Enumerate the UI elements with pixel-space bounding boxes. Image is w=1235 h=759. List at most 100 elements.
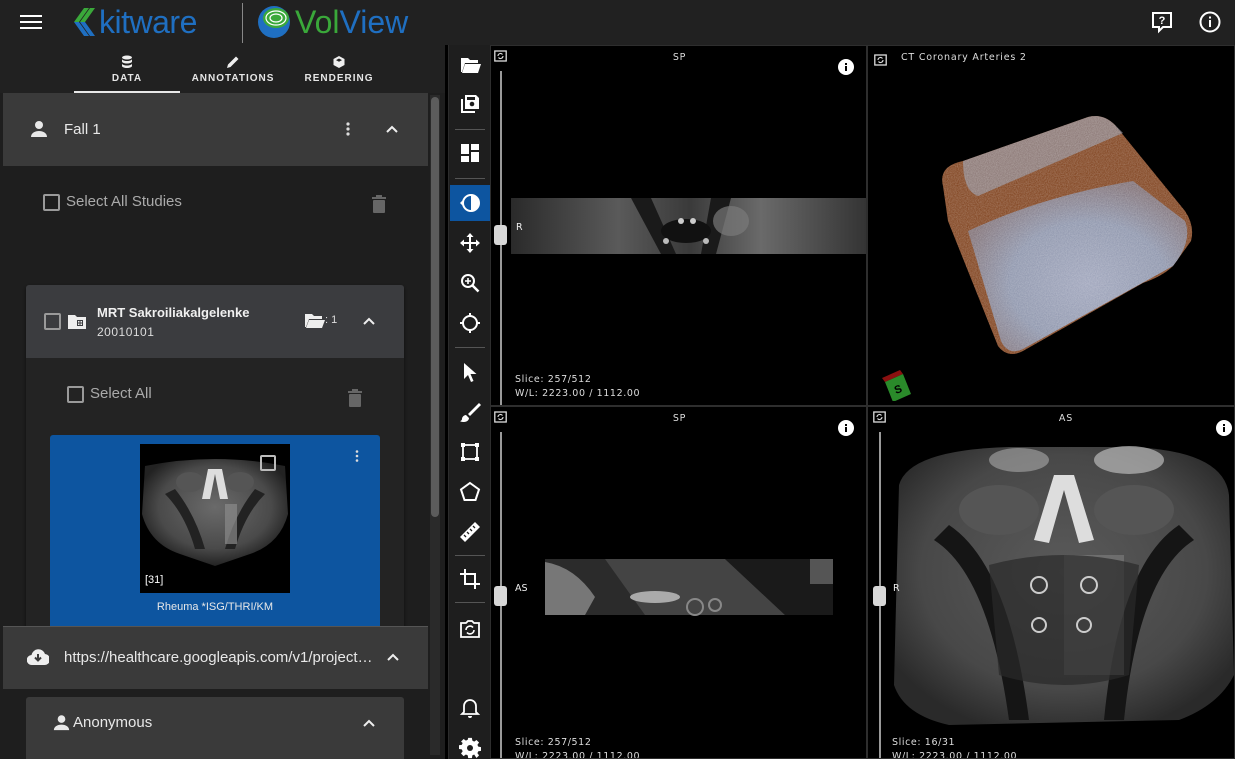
view-top-left[interactable]: SP R Slice: 257/512 W/L: 2223.00 / 1112.…	[490, 45, 867, 406]
orientation-cube: S	[878, 366, 913, 402]
rectangle-icon	[461, 443, 479, 461]
delete-series-icon[interactable]	[347, 389, 363, 407]
view-info-icon[interactable]	[838, 59, 854, 75]
info-circle-icon[interactable]	[1198, 10, 1222, 34]
view-title: CT Coronary Arteries 2	[901, 52, 1027, 63]
folder-open-icon	[461, 58, 481, 73]
remote-person-icon	[53, 715, 70, 731]
view-bottom-left[interactable]: SP AS Slice: 257/512 W/L: 2223.00 / 1112…	[490, 406, 867, 759]
brush-icon	[460, 403, 481, 422]
contrast-icon	[460, 194, 480, 212]
more-vertical-icon[interactable]	[341, 120, 355, 138]
settings-button[interactable]	[450, 730, 490, 759]
study-folder-icon	[68, 315, 86, 329]
select-all-studies-checkbox[interactable]	[43, 194, 60, 211]
slice-slider-handle[interactable]	[494, 225, 507, 245]
tab-annotations-label: ANNOTATIONS	[191, 72, 275, 84]
coronal-slice-image	[511, 196, 866, 256]
panel-scrollbar[interactable]	[430, 95, 440, 755]
view-reset-camera-icon[interactable]	[874, 53, 887, 66]
pencil-icon	[227, 56, 239, 68]
save-icon	[461, 95, 479, 113]
person-icon	[31, 121, 47, 137]
tab-rendering-label: RENDERING	[304, 72, 374, 84]
toolbar-divider	[455, 555, 485, 556]
volview-logo: Vol View	[257, 4, 408, 40]
gear-icon	[459, 737, 481, 759]
sagittal-slice-image	[545, 557, 833, 617]
ruler-icon	[460, 522, 480, 542]
axial-slice-image	[889, 445, 1234, 731]
slice-slider-handle[interactable]	[494, 586, 507, 606]
tab-data[interactable]: DATA	[74, 45, 180, 93]
paint-button[interactable]	[450, 394, 490, 430]
notifications-button[interactable]	[450, 691, 490, 727]
delete-studies-icon[interactable]	[371, 195, 387, 213]
cursor-icon	[464, 363, 477, 382]
tab-rendering[interactable]: RENDERING	[286, 45, 392, 93]
study-date: 20010101	[97, 325, 155, 339]
toolbar-divider	[455, 178, 485, 179]
help-chat-icon[interactable]: ?	[1150, 10, 1174, 34]
crosshairs-icon	[460, 313, 480, 333]
patient-header[interactable]: Fall 1	[3, 93, 428, 166]
series-select-checkbox[interactable]	[260, 455, 276, 471]
study-header[interactable]: MRT Sakroiliakalgelenke 20010101 : 1	[26, 285, 404, 358]
window-level-button[interactable]	[450, 185, 490, 221]
series-more-icon[interactable]	[352, 449, 362, 463]
tab-annotations[interactable]: ANNOTATIONS	[180, 45, 286, 93]
series-folder-icon	[305, 314, 325, 328]
view-info-icon[interactable]	[1216, 420, 1232, 436]
svg-text:?: ?	[1159, 15, 1166, 27]
select-all-series-checkbox[interactable]	[67, 386, 84, 403]
volview-wordmark-vol: Vol	[295, 3, 340, 40]
view-3d[interactable]: CT Coronary Arteries 2 S	[867, 45, 1235, 406]
study-chevron-up-icon[interactable]	[361, 313, 377, 329]
save-button[interactable]	[450, 86, 490, 122]
panel-scrollbar-thumb[interactable]	[431, 97, 439, 517]
orientation-left-label: AS	[515, 583, 528, 594]
study-select-checkbox[interactable]	[44, 313, 61, 330]
series-card[interactable]: [31] Rheuma *ISG/THRI/KM	[50, 435, 380, 630]
open-files-button[interactable]	[450, 47, 490, 83]
tool-strip	[448, 45, 490, 759]
remote-source-chevron-up-icon[interactable]	[385, 649, 401, 665]
select-button[interactable]	[450, 354, 490, 390]
remote-patient-name: Anonymous	[73, 714, 153, 731]
window-level-readout: W/L: 2223.00 / 1112.00	[515, 751, 641, 759]
window-level-readout: W/L: 2223.00 / 1112.00	[515, 388, 641, 399]
view-info-icon[interactable]	[838, 420, 854, 436]
patient-list: Fall 1 Select All Studies MRT Sakroiliak…	[0, 93, 445, 759]
slice-readout: Slice: 257/512	[515, 374, 592, 385]
remote-source-header[interactable]: https://healthcare.googleapis.com/v1/pro…	[3, 626, 428, 689]
series-thumbnail[interactable]: [31]	[140, 444, 290, 593]
slice-readout: Slice: 16/31	[892, 737, 956, 748]
crosshairs-button[interactable]	[450, 305, 490, 341]
layout-icon	[461, 144, 479, 162]
camera-reset-icon	[460, 620, 480, 638]
study-card: MRT Sakroiliakalgelenke 20010101 : 1 Sel…	[26, 285, 404, 653]
toolbar-divider	[455, 602, 485, 603]
zoom-button[interactable]	[450, 265, 490, 301]
slice-slider-handle[interactable]	[873, 586, 886, 606]
tab-data-label: DATA	[111, 72, 143, 84]
rectangle-button[interactable]	[450, 434, 490, 470]
series-count: : 1	[325, 314, 338, 326]
crop-button[interactable]	[450, 561, 490, 597]
chevron-up-icon[interactable]	[384, 121, 400, 137]
layout-button[interactable]	[450, 135, 490, 171]
toolbar-divider	[455, 129, 485, 130]
remote-patient-chevron-up-icon[interactable]	[361, 715, 377, 731]
kitware-logo: kitware	[72, 4, 197, 40]
pan-button[interactable]	[450, 225, 490, 261]
view-bottom-right[interactable]: AS R Slice: 16/31 W/L: 2223.00 / 1112.00	[867, 406, 1235, 759]
ruler-button[interactable]	[450, 514, 490, 550]
panel-tabs: DATA ANNOTATIONS RENDERING	[0, 45, 445, 93]
polygon-button[interactable]	[450, 474, 490, 510]
reset-views-button[interactable]	[450, 611, 490, 647]
logo-divider	[242, 3, 243, 43]
hamburger-menu-icon[interactable]	[20, 12, 42, 32]
remote-patient-card[interactable]: Anonymous	[26, 697, 404, 759]
series-slice-count: [31]	[145, 574, 163, 586]
view-title: AS	[1058, 413, 1074, 424]
